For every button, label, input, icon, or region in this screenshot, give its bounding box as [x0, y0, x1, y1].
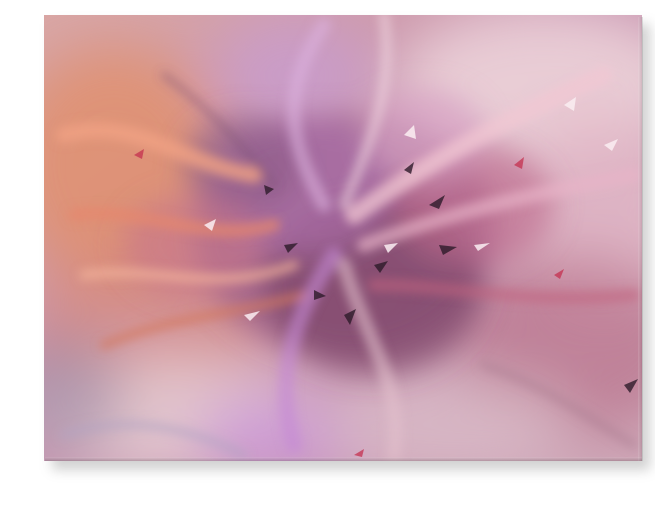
canvas-bottom-edge: [45, 457, 642, 461]
canvas-print: [44, 15, 642, 461]
abstract-painting: [44, 15, 642, 461]
canvas-right-edge: [638, 17, 643, 461]
product-image-stage: [0, 0, 655, 507]
